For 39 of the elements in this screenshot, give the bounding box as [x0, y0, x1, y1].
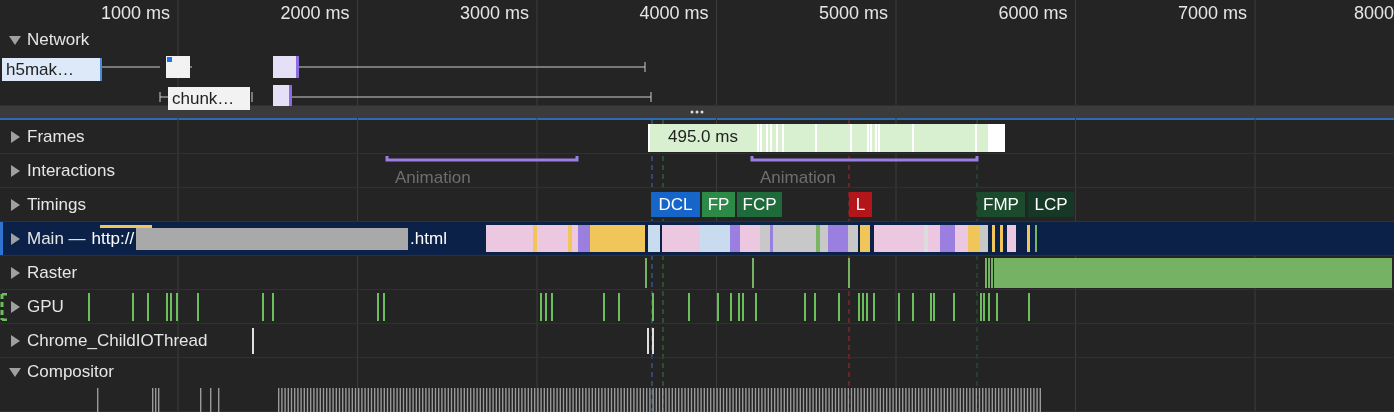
expand-triangle-icon[interactable] — [9, 301, 21, 313]
expand-triangle-icon[interactable] — [9, 165, 21, 177]
animation-label: Animation — [760, 168, 836, 188]
frame-duration: 495.0 ms — [668, 127, 738, 147]
time-tick: 8000 — [1353, 3, 1394, 24]
track-title[interactable]: GPU — [27, 297, 64, 317]
grip-icon — [690, 110, 704, 114]
track-title[interactable]: Main — — [27, 229, 86, 249]
time-tick: 3000 ms — [459, 3, 529, 24]
timing-marker[interactable]: L — [849, 192, 872, 217]
track-title[interactable]: Chrome_ChildIOThread — [27, 331, 208, 351]
timing-marker[interactable]: FP — [702, 192, 735, 217]
timing-marker[interactable]: FMP — [977, 192, 1025, 217]
track-title[interactable]: Interactions — [27, 161, 115, 181]
track-title[interactable]: Timings — [27, 195, 86, 215]
timing-marker[interactable]: DCL — [651, 192, 700, 217]
collapse-triangle-icon[interactable] — [9, 34, 21, 46]
page-url: http:// — [89, 229, 137, 249]
track-title[interactable]: Raster — [27, 263, 78, 283]
expand-triangle-icon[interactable] — [9, 233, 21, 245]
time-tick: 7000 ms — [1177, 3, 1247, 24]
expand-triangle-icon[interactable] — [9, 335, 21, 347]
animation-label: Animation — [395, 168, 471, 188]
timing-marker[interactable]: LCP — [1028, 192, 1074, 217]
expand-triangle-icon[interactable] — [9, 267, 21, 279]
time-tick: 5000 ms — [818, 3, 888, 24]
time-tick: 6000 ms — [998, 3, 1068, 24]
time-tick: 2000 ms — [280, 3, 350, 24]
time-tick: 4000 ms — [639, 3, 709, 24]
timing-marker[interactable]: FCP — [737, 192, 782, 217]
track-title[interactable]: Network — [27, 30, 90, 50]
collapse-triangle-icon[interactable] — [9, 366, 21, 378]
expand-triangle-icon[interactable] — [9, 199, 21, 211]
network-request-bar[interactable]: chunk… — [168, 87, 250, 110]
track-title[interactable]: Compositor — [27, 362, 114, 382]
track-title[interactable]: Frames — [27, 127, 85, 147]
expand-triangle-icon[interactable] — [9, 131, 21, 143]
network-request-bar[interactable]: h5mak… — [2, 58, 102, 81]
time-tick: 1000 ms — [100, 3, 170, 24]
